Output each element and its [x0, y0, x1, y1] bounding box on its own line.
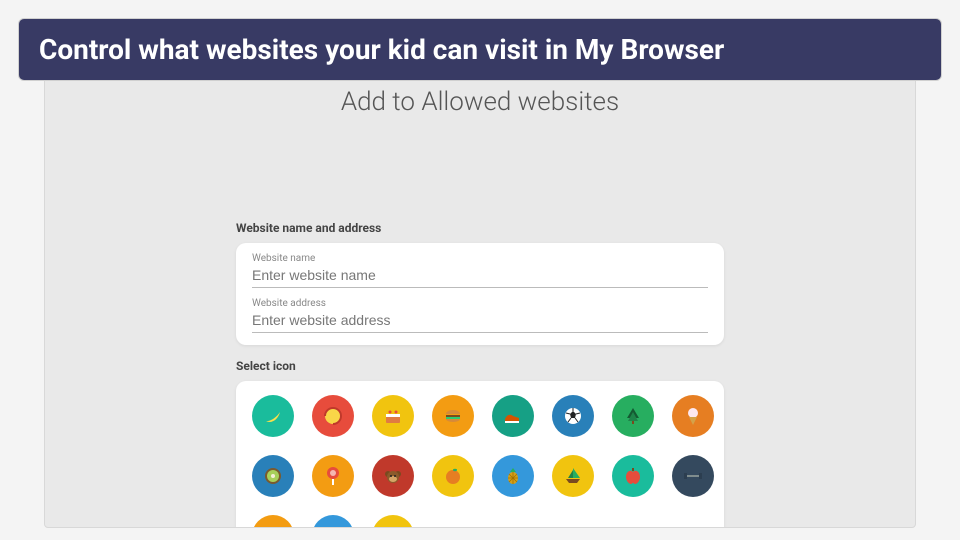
website-name-label: Website name — [252, 253, 708, 264]
website-fields-card: Website name Website address — [236, 243, 724, 345]
page-title: Add to Allowed websites — [45, 87, 915, 117]
website-section-label: Website name and address — [236, 221, 724, 235]
kiwi-icon[interactable] — [252, 455, 294, 497]
tree-icon[interactable] — [612, 395, 654, 437]
monkey-icon[interactable] — [372, 455, 414, 497]
book-icon[interactable] — [312, 515, 354, 528]
soccer-icon[interactable] — [552, 395, 594, 437]
caption-text: Control what websites your kid can visit… — [39, 33, 724, 66]
icon-grid — [252, 395, 708, 528]
website-address-input[interactable] — [252, 309, 708, 333]
burger-icon[interactable] — [432, 395, 474, 437]
banana-icon[interactable] — [252, 395, 294, 437]
website-address-label: Website address — [252, 298, 708, 309]
target-icon[interactable] — [372, 515, 414, 528]
apple-icon[interactable] — [612, 455, 654, 497]
website-name-input[interactable] — [252, 264, 708, 288]
dumbbell-icon[interactable] — [672, 455, 714, 497]
orange-icon[interactable] — [432, 455, 474, 497]
caption-banner: Control what websites your kid can visit… — [18, 18, 942, 81]
form-area: Website name and address Website name We… — [236, 221, 724, 528]
app-window: Add to Allowed websites Website name and… — [44, 76, 916, 528]
icon-picker-card — [236, 381, 724, 528]
website-name-field: Website name — [252, 253, 708, 288]
ball-icon[interactable] — [312, 395, 354, 437]
boat-icon[interactable] — [552, 455, 594, 497]
shoe-icon[interactable] — [492, 395, 534, 437]
icon-section-label: Select icon — [236, 359, 724, 373]
house-icon[interactable] — [252, 515, 294, 528]
cake-icon[interactable] — [372, 395, 414, 437]
icecream-icon[interactable] — [672, 395, 714, 437]
pineapple-icon[interactable] — [492, 455, 534, 497]
lollipop-icon[interactable] — [312, 455, 354, 497]
website-address-field: Website address — [252, 298, 708, 333]
